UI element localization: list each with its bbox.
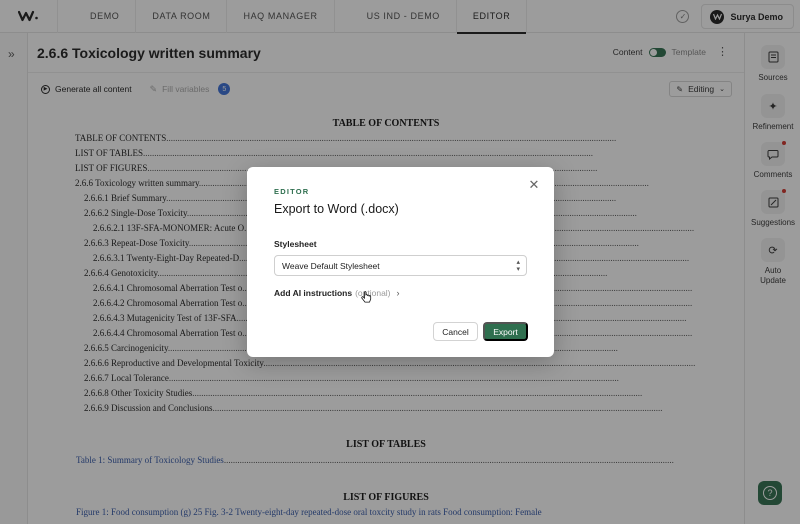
stylesheet-value: Weave Default Stylesheet bbox=[282, 260, 380, 271]
ai-instructions-label: Add AI instructions bbox=[274, 288, 353, 298]
dialog-title: Export to Word (.docx) bbox=[274, 202, 399, 216]
export-dialog: EDITOR Export to Word (.docx) ✕ Styleshe… bbox=[247, 167, 554, 357]
stylesheet-select[interactable]: Weave Default Stylesheet ▴ ▾ bbox=[274, 255, 527, 276]
hand-pointer-icon bbox=[361, 291, 372, 307]
ai-instructions-toggle[interactable]: Add AI instructions (optional) › bbox=[274, 288, 400, 298]
close-icon[interactable]: ✕ bbox=[526, 177, 542, 193]
export-button[interactable]: Export bbox=[483, 322, 528, 341]
chevron-updown-icon: ▴ ▾ bbox=[516, 259, 520, 273]
stylesheet-label: Stylesheet bbox=[274, 239, 317, 249]
chevron-right-icon: › bbox=[396, 288, 400, 298]
cancel-button[interactable]: Cancel bbox=[433, 322, 478, 341]
dialog-eyebrow: EDITOR bbox=[274, 187, 310, 196]
